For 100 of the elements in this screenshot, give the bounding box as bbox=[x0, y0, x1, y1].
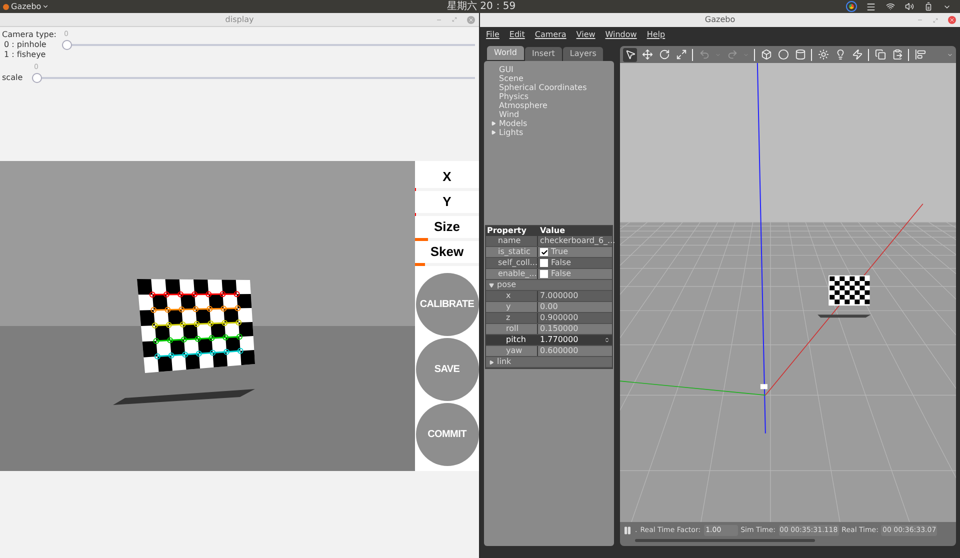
menu-icon[interactable] bbox=[866, 2, 876, 12]
tool-button[interactable] bbox=[816, 48, 830, 62]
property-value: True bbox=[551, 247, 568, 257]
tree-item[interactable]: Lights bbox=[491, 128, 613, 137]
metric-label: Y bbox=[442, 194, 452, 210]
expanded-icon bbox=[489, 282, 494, 288]
tool-button[interactable] bbox=[623, 48, 637, 62]
collapsed-icon bbox=[489, 360, 494, 364]
tree-item[interactable]: Scene bbox=[491, 74, 613, 83]
tree-item[interactable]: GUI bbox=[491, 65, 613, 74]
bulb-icon bbox=[834, 49, 846, 60]
checkbox[interactable] bbox=[540, 270, 548, 278]
battery-icon[interactable] bbox=[924, 2, 933, 11]
tree-item[interactable]: Wind bbox=[491, 110, 613, 119]
property-group[interactable]: pose bbox=[486, 280, 612, 291]
camera-type-label: Camera type: bbox=[2, 30, 58, 40]
volume-icon[interactable] bbox=[905, 2, 914, 11]
box-icon bbox=[760, 49, 772, 60]
tree-item[interactable]: Atmosphere bbox=[491, 101, 613, 110]
property-row[interactable]: y 0.00 bbox=[486, 302, 612, 313]
menu-item[interactable]: Camera bbox=[534, 28, 566, 40]
tab[interactable]: Insert bbox=[524, 47, 562, 61]
property-name: name bbox=[486, 236, 538, 246]
property-name: z bbox=[486, 313, 538, 323]
menu-item[interactable]: Help bbox=[646, 28, 666, 40]
paste-icon bbox=[892, 49, 902, 60]
caret-icon bbox=[42, 3, 50, 10]
tree-item[interactable]: Spherical Coordinates bbox=[491, 83, 613, 92]
property-value: 0.00 bbox=[540, 302, 558, 312]
tool-button[interactable] bbox=[657, 48, 671, 62]
property-row[interactable]: pitch 1.770000 bbox=[486, 335, 612, 346]
tool-button[interactable] bbox=[873, 48, 887, 62]
property-group[interactable]: link bbox=[486, 357, 612, 368]
property-name: roll bbox=[486, 324, 538, 334]
property-row[interactable]: self_coll... False bbox=[486, 258, 612, 269]
property-value: False bbox=[551, 269, 572, 279]
property-name: y bbox=[486, 302, 538, 312]
tool-button[interactable] bbox=[913, 48, 927, 62]
wifi-icon[interactable] bbox=[886, 2, 895, 11]
pointer-icon bbox=[624, 49, 636, 60]
scale-label: scale bbox=[2, 72, 24, 84]
property-name: yaw bbox=[486, 346, 538, 356]
tree-item[interactable]: Physics bbox=[491, 92, 613, 101]
tab[interactable]: World bbox=[487, 46, 524, 60]
slider-thumb[interactable] bbox=[32, 73, 42, 83]
property-row[interactable]: yaw 0.600000 bbox=[486, 346, 612, 357]
pause-icon[interactable] bbox=[623, 526, 632, 535]
property-name: x bbox=[486, 291, 538, 301]
option-label: 0 : pinhole bbox=[3, 40, 48, 50]
property-row[interactable]: z 0.900000 bbox=[486, 313, 612, 324]
option-label: 1 : fisheye bbox=[3, 50, 47, 60]
app-menu[interactable]: Gazebo bbox=[11, 0, 50, 12]
sphere-icon bbox=[778, 49, 788, 60]
tool-button[interactable] bbox=[776, 48, 790, 62]
spotlight-icon bbox=[852, 49, 862, 60]
sun-icon bbox=[818, 49, 828, 60]
browser-icon[interactable] bbox=[847, 2, 856, 11]
checkbox[interactable] bbox=[540, 259, 548, 267]
slider[interactable] bbox=[32, 72, 475, 84]
close-icon[interactable] bbox=[948, 16, 956, 24]
close-icon[interactable] bbox=[467, 16, 475, 24]
property-row[interactable]: name checkerboard_6_... bbox=[486, 236, 612, 247]
property-name: is_static bbox=[486, 247, 538, 257]
align-icon bbox=[914, 49, 926, 60]
checkerboard-model[interactable] bbox=[828, 275, 870, 306]
window-title: Gazebo bbox=[704, 14, 736, 26]
menu-item[interactable]: View bbox=[576, 28, 596, 40]
box-model[interactable] bbox=[760, 384, 768, 390]
slider-thumb[interactable] bbox=[62, 40, 72, 50]
window-title: display bbox=[225, 14, 254, 26]
property-name: enable_... bbox=[486, 269, 538, 279]
property-row[interactable]: enable_... False bbox=[486, 269, 612, 280]
slider[interactable] bbox=[62, 39, 475, 51]
property-name: pose bbox=[497, 280, 516, 290]
tree-item[interactable]: Models bbox=[491, 119, 613, 128]
property-row[interactable]: is_static True bbox=[486, 247, 612, 258]
tool-button[interactable] bbox=[674, 48, 688, 62]
checkbox[interactable] bbox=[540, 248, 548, 256]
property-row[interactable]: x 7.000000 bbox=[486, 291, 612, 302]
tool-button[interactable] bbox=[793, 48, 807, 62]
tool-button[interactable] bbox=[759, 48, 773, 62]
scrollbar[interactable] bbox=[635, 539, 815, 542]
menu-item[interactable]: Edit bbox=[509, 28, 525, 40]
tab[interactable]: Layers bbox=[562, 47, 604, 61]
property-value: 0.600000 bbox=[540, 346, 578, 356]
property-name: pitch bbox=[486, 335, 538, 345]
cylinder-icon bbox=[794, 49, 806, 60]
property-value: 7.000000 bbox=[540, 291, 578, 301]
scale-icon bbox=[676, 49, 686, 60]
tool-button[interactable] bbox=[640, 48, 654, 62]
menu-item[interactable]: Window bbox=[605, 28, 637, 40]
metric-label: Skew bbox=[430, 244, 464, 260]
column-header: Property bbox=[486, 226, 528, 236]
copy-icon bbox=[874, 49, 886, 60]
property-row[interactable]: roll 0.150000 bbox=[486, 324, 612, 335]
property-name: self_coll... bbox=[486, 258, 538, 268]
clock[interactable]: 星期六 20：59 bbox=[443, 0, 847, 12]
property-name: link bbox=[497, 357, 512, 367]
menu-item[interactable]: File bbox=[486, 28, 500, 40]
tool-button[interactable] bbox=[850, 48, 864, 62]
